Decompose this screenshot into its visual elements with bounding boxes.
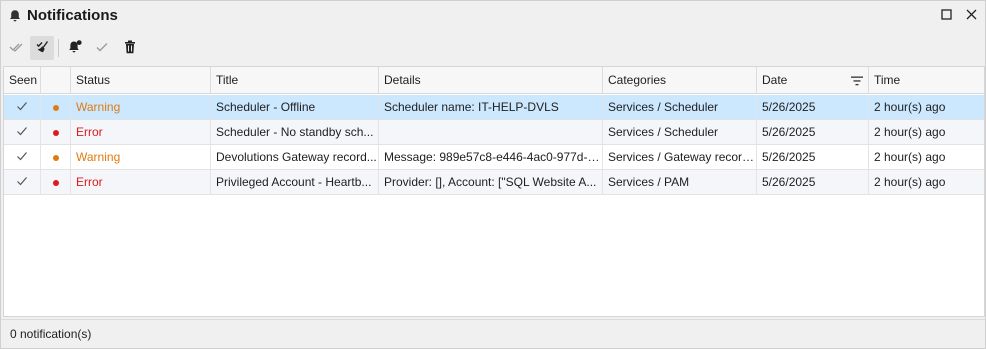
check-icon [94,39,110,58]
error-dot-icon [52,129,59,136]
bell-settings-icon [67,39,83,58]
title-bar: Notifications [1,1,985,31]
bell-icon [8,9,22,23]
grid-header: Seen Status Title Details Categories Dat… [4,67,984,94]
details-cell: Provider: [], Account: ["SQL Website A..… [379,170,603,195]
seen-cell[interactable] [4,95,41,120]
check-icon [16,171,28,195]
date-cell: 5/26/2025 [757,170,869,195]
check-icon [16,121,28,145]
column-header-status[interactable]: Status [71,67,211,94]
status-cell: Error [71,170,211,195]
categories-cell: Services / Scheduler [603,95,757,120]
window-title: Notifications [27,7,118,24]
warning-dot-icon [52,154,59,161]
categories-cell: Services / Scheduler [603,120,757,145]
column-header-seen[interactable]: Seen [4,67,41,94]
title-cell: Scheduler - No standby sch... [211,120,379,145]
maximize-icon [940,9,952,23]
status-indicator-cell [41,120,71,145]
delete-button[interactable] [118,36,142,60]
toolbar [1,34,985,62]
title-cell: Privileged Account - Heartb... [211,170,379,195]
trash-icon [122,39,138,58]
table-row[interactable]: Error Scheduler - No standby sch... Serv… [4,120,984,145]
details-cell: Scheduler name: IT-HELP-DVLS [379,95,603,120]
status-cell: Error [71,120,211,145]
seen-cell[interactable] [4,120,41,145]
date-cell: 5/26/2025 [757,145,869,170]
mark-seen-cleanup-button[interactable] [30,36,54,60]
time-cell: 2 hour(s) ago [874,125,946,139]
status-cell: Warning [71,95,211,120]
categories-cell: Services / PAM [603,170,757,195]
check-icon [16,96,28,120]
details-cell: Message: 989e57c8-e446-4ac0-977d-bc... [379,145,603,170]
notifications-window: Notifications Seen Status Title Details … [0,0,986,349]
mark-seen-button[interactable] [90,36,114,60]
column-header-time[interactable]: Time [869,67,984,94]
table-row[interactable]: Warning Scheduler - Offline Scheduler na… [4,95,984,120]
time-cell: 2 hour(s) ago [874,100,946,114]
status-cell: Warning [71,145,211,170]
check-icon [16,146,28,170]
table-row[interactable]: Error Privileged Account - Heartb... Pro… [4,170,984,195]
title-cell: Devolutions Gateway record... [211,145,379,170]
close-icon [966,9,977,23]
notification-settings-button[interactable] [63,36,87,60]
maximize-button[interactable] [937,7,955,25]
status-bar: 0 notification(s) [1,319,985,348]
column-header-title[interactable]: Title [211,67,379,94]
broom-check-icon [34,39,50,58]
date-cell: 5/26/2025 [757,95,869,120]
time-cell: 2 hour(s) ago [874,150,946,164]
column-header-categories[interactable]: Categories [603,67,757,94]
error-dot-icon [52,179,59,186]
time-cell: 2 hour(s) ago [874,175,946,189]
title-cell: Scheduler - Offline [211,95,379,120]
status-indicator-cell [41,145,71,170]
toolbar-separator [58,39,59,57]
status-indicator-cell [41,170,71,195]
notifications-grid: Seen Status Title Details Categories Dat… [3,66,985,317]
status-indicator-cell [41,95,71,120]
date-cell: 5/26/2025 [757,120,869,145]
seen-cell[interactable] [4,145,41,170]
table-row[interactable]: Warning Devolutions Gateway record... Me… [4,145,984,170]
mark-all-seen-button[interactable] [4,36,28,60]
details-cell [379,120,603,145]
close-button[interactable] [962,7,980,25]
seen-cell[interactable] [4,170,41,195]
notification-count: 0 notification(s) [10,327,92,341]
warning-dot-icon [52,104,59,111]
column-header-indicator[interactable] [41,67,71,94]
categories-cell: Services / Gateway record... [603,145,757,170]
column-header-details[interactable]: Details [379,67,603,94]
double-check-icon [8,39,24,58]
filter-icon[interactable] [851,75,863,86]
